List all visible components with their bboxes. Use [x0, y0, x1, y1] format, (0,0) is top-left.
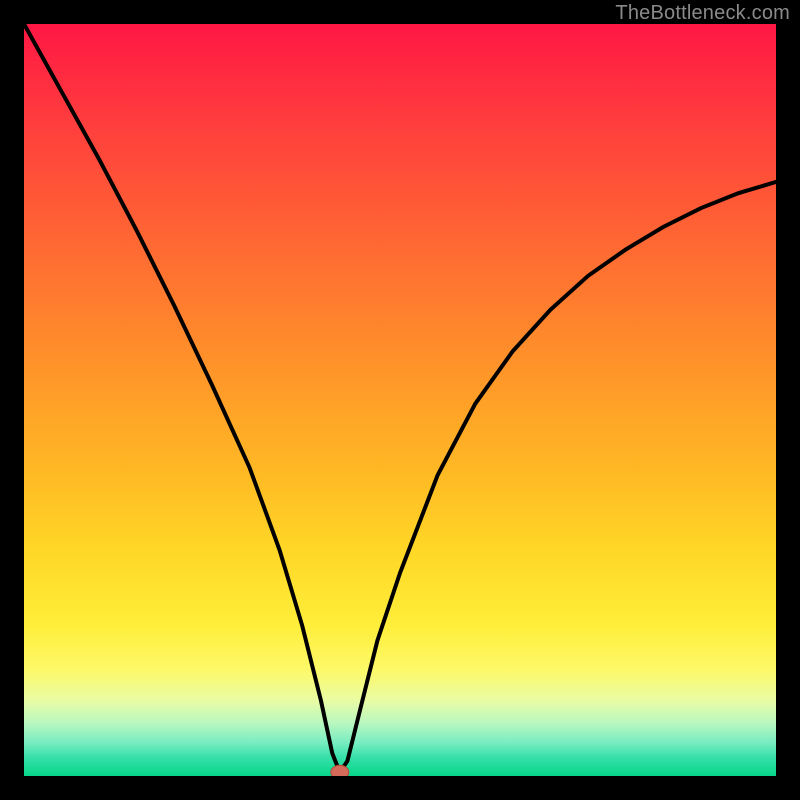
- bottleneck-curve: [24, 24, 776, 772]
- plot-area: [24, 24, 776, 776]
- curve-svg: [24, 24, 776, 776]
- optimal-point-marker: [331, 765, 349, 776]
- chart-frame: TheBottleneck.com: [0, 0, 800, 800]
- watermark-text: TheBottleneck.com: [615, 2, 790, 25]
